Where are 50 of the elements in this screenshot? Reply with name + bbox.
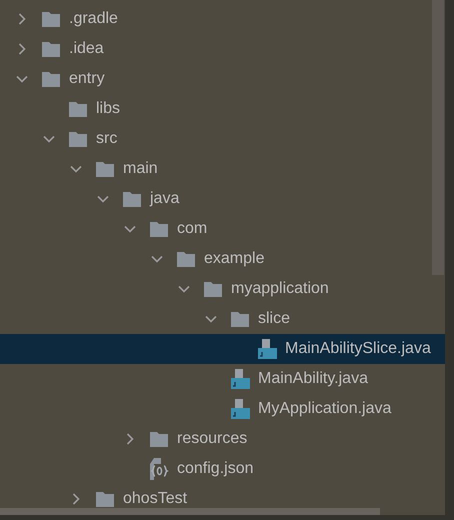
- folder-icon: [177, 252, 195, 266]
- folder-icon: [150, 222, 168, 236]
- tree-row[interactable]: MainAbility.java: [0, 364, 445, 394]
- chevron-down-icon[interactable]: [124, 223, 136, 235]
- folder-name: .idea: [69, 40, 104, 58]
- tree-row[interactable]: MainAbilitySlice.java: [0, 334, 445, 364]
- folder-name: resources: [177, 430, 248, 448]
- java-file-icon: [230, 369, 250, 389]
- chevron-right-icon[interactable]: [16, 13, 28, 25]
- file-name: MainAbilitySlice.java: [285, 340, 431, 358]
- chevron-down-icon[interactable]: [97, 193, 109, 205]
- folder-name: entry: [69, 70, 105, 88]
- folder-name: com: [177, 220, 208, 238]
- file-name: config.json: [177, 460, 254, 478]
- chevron-down-icon[interactable]: [70, 163, 82, 175]
- chevron-down-icon[interactable]: [151, 253, 163, 265]
- folder-icon: [96, 162, 114, 176]
- folder-icon: [69, 102, 87, 116]
- folder-icon: [150, 432, 168, 446]
- folder-icon: [42, 72, 60, 86]
- chevron-down-icon[interactable]: [178, 283, 190, 295]
- folder-name: .gradle: [69, 10, 118, 28]
- folder-name: ohosTest: [123, 490, 188, 508]
- file-name: MyApplication.java: [258, 400, 392, 418]
- folder-icon: [231, 312, 249, 326]
- scrollbar-thumb[interactable]: [0, 508, 380, 515]
- folder-name: example: [204, 250, 264, 268]
- chevron-down-icon[interactable]: [205, 313, 217, 325]
- file-name: MainAbility.java: [258, 370, 368, 388]
- java-file-icon: [258, 339, 276, 359]
- chevron-down-icon[interactable]: [16, 73, 28, 85]
- folder-icon: [123, 192, 141, 206]
- chevron-right-icon[interactable]: [124, 433, 136, 445]
- chevron-right-icon[interactable]: [70, 493, 82, 505]
- folder-icon: [42, 12, 60, 26]
- folder-icon: [204, 282, 222, 296]
- folder-name: myapplication: [231, 280, 329, 298]
- folder-name: java: [150, 190, 180, 208]
- folder-name: main: [123, 160, 158, 178]
- tree-row[interactable]: MyApplication.java: [0, 394, 445, 424]
- folder-name: libs: [96, 100, 120, 118]
- folder-icon: [69, 132, 87, 146]
- json-file-icon: [150, 458, 168, 480]
- scrollbar-thumb[interactable]: [432, 0, 444, 275]
- chevron-right-icon[interactable]: [16, 43, 28, 55]
- java-file-icon: [230, 399, 250, 419]
- chevron-down-icon[interactable]: [43, 133, 55, 145]
- folder-name: slice: [258, 310, 290, 328]
- folder-name: src: [96, 130, 118, 148]
- folder-icon: [42, 42, 60, 56]
